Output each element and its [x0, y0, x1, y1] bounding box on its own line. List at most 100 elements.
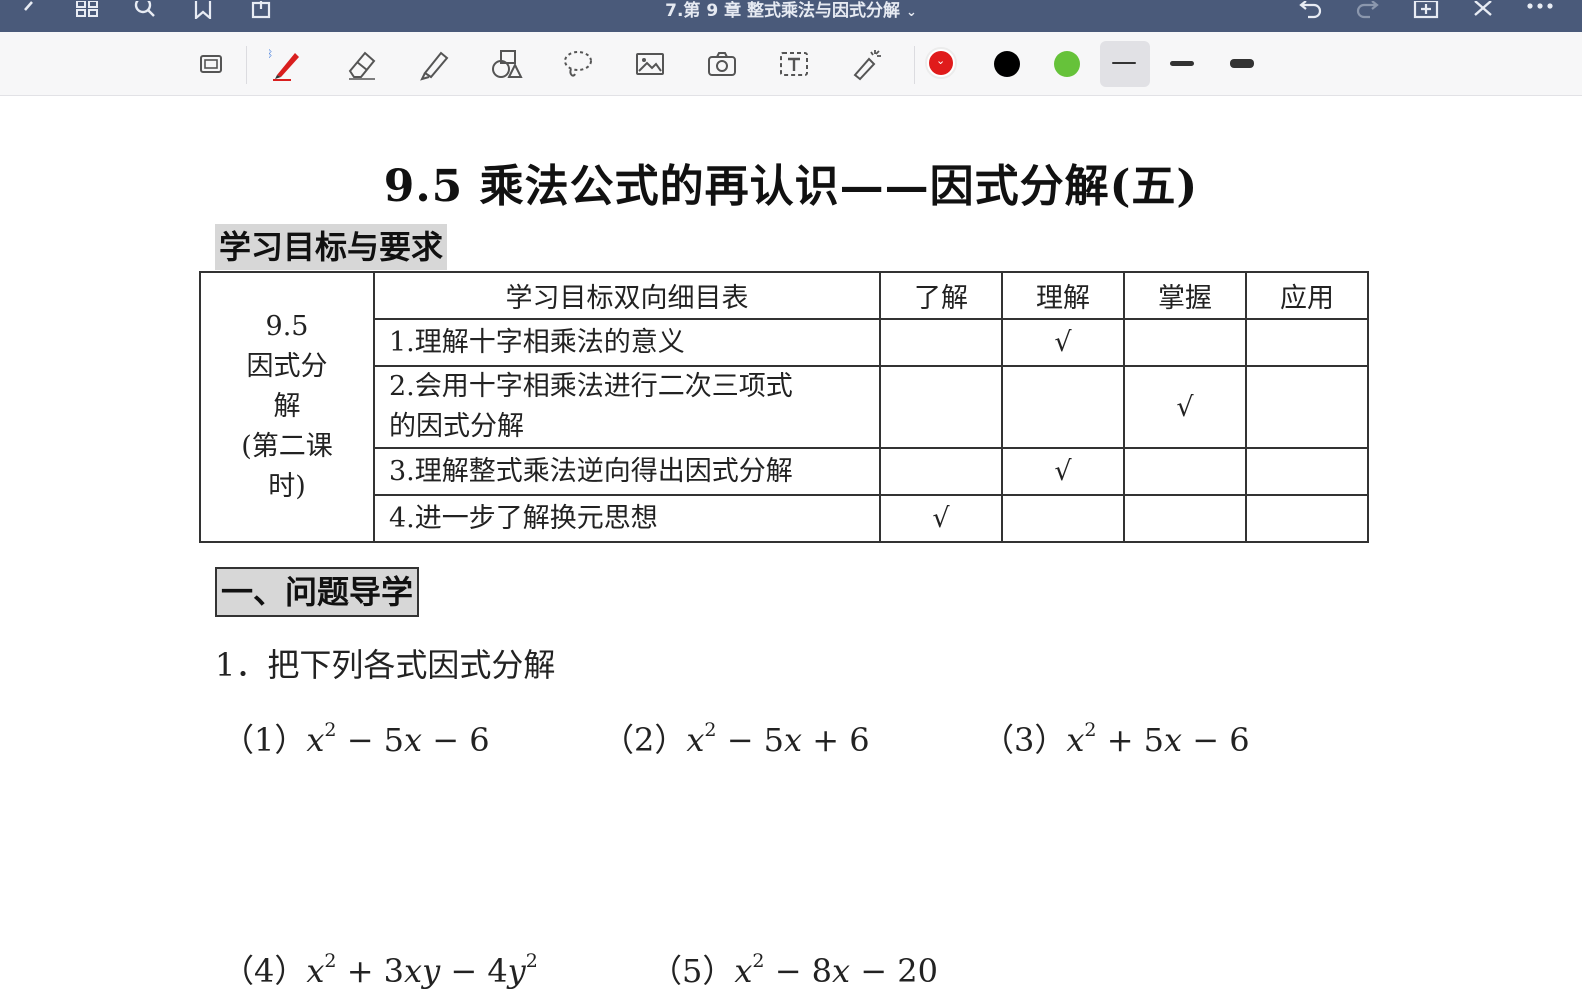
- thin-line-icon: [1112, 62, 1136, 64]
- variable: x: [1164, 721, 1183, 759]
- document-title-bar[interactable]: 7.第 9 章 整式乘法与因式分解 ⌄: [0, 0, 1582, 21]
- table-row: 2.会用十字相乘法进行二次三项式 的因式分解 √: [200, 365, 1369, 449]
- expression-item: （3）x2 + 5x − 6: [982, 715, 1250, 761]
- variable: y: [507, 952, 526, 989]
- term: − 5: [716, 721, 785, 759]
- item-number: （4）: [222, 952, 307, 989]
- stroke-width-medium[interactable]: [1170, 61, 1194, 66]
- item-number: （1）: [222, 721, 307, 759]
- toolbar-divider: [914, 46, 915, 84]
- camera-icon[interactable]: [702, 44, 742, 84]
- document-heading: 9.5 乘法公式的再认识——因式分解(五): [383, 161, 1199, 212]
- exponent: 2: [704, 719, 717, 741]
- check-mark: [1245, 447, 1369, 496]
- pen-tool-icon[interactable]: ᛒ: [266, 44, 306, 84]
- lesson-label-cell: 9.5 因式分 解 (第二课 时): [199, 271, 375, 543]
- highlighter-icon[interactable]: [414, 44, 454, 84]
- check-mark: √: [1001, 318, 1125, 367]
- term: − 4: [440, 952, 508, 989]
- expression-item: （5）x2 − 8x − 20: [650, 946, 938, 989]
- item-number: （2）: [602, 721, 687, 759]
- column-header: 学习目标双向细目表: [373, 271, 881, 320]
- expression-item: （1）x2 − 5x − 6: [222, 715, 490, 761]
- variable: x: [306, 721, 325, 759]
- lesson-label-line: 9.5: [265, 311, 309, 342]
- check-mark: [879, 447, 1003, 496]
- undo-icon[interactable]: [1296, 0, 1324, 20]
- objective-text-line: 的因式分解: [389, 411, 524, 442]
- objective-text: 3.理解整式乘法逆向得出因式分解: [373, 447, 881, 496]
- term: − 20: [850, 952, 938, 989]
- laser-pointer-icon[interactable]: [846, 44, 886, 84]
- color-swatch-black[interactable]: [994, 51, 1020, 77]
- check-mark: √: [1123, 365, 1247, 449]
- term: − 6: [1182, 721, 1250, 759]
- check-mark: √: [879, 494, 1003, 543]
- variable: x: [306, 952, 325, 989]
- term: + 6: [802, 721, 870, 759]
- term: + 3: [336, 952, 405, 989]
- top-nav-bar: 7.第 9 章 整式乘法与因式分解 ⌄: [0, 0, 1582, 32]
- objective-text: 2.会用十字相乘法进行二次三项式 的因式分解: [373, 365, 881, 449]
- variable: x: [686, 721, 705, 759]
- text-box-icon[interactable]: [774, 44, 814, 84]
- objective-text: 1.理解十字相乘法的意义: [373, 318, 881, 367]
- section-heading-objectives: 学习目标与要求: [215, 224, 448, 270]
- objectives-table: 9.5 因式分 解 (第二课 时) 学习目标双向细目表 了解 理解 掌握 应用 …: [199, 271, 1369, 543]
- expression-item: （2）x2 − 5x + 6: [602, 715, 870, 761]
- question-prompt: 1．把下列各式因式分解: [215, 646, 556, 684]
- check-mark: [1123, 447, 1247, 496]
- variable: x: [784, 721, 803, 759]
- check-mark: [1123, 318, 1247, 367]
- objective-text-line: 2.会用十字相乘法进行二次三项式: [389, 371, 793, 402]
- image-icon[interactable]: [630, 44, 670, 84]
- exponent: 2: [324, 719, 337, 741]
- variable: x: [734, 952, 753, 989]
- variable: xy: [404, 952, 441, 989]
- column-header: 了解: [879, 271, 1003, 320]
- column-header: 理解: [1001, 271, 1125, 320]
- variable: x: [404, 721, 423, 759]
- section-heading-guided-questions: 一、问题导学: [215, 567, 420, 617]
- check-mark: [1245, 494, 1369, 543]
- variable: x: [832, 952, 851, 989]
- lesson-label-line: 时): [268, 471, 306, 502]
- eraser-icon[interactable]: [342, 44, 382, 84]
- column-header: 掌握: [1123, 271, 1247, 320]
- expression-item: （4）x2 + 3xy − 4y2: [222, 946, 538, 989]
- lesson-label-line: (第二课: [241, 431, 333, 462]
- check-mark: [1001, 365, 1125, 449]
- exponent: 2: [752, 950, 765, 972]
- check-mark: [1245, 365, 1369, 449]
- svg-text:ᛒ: ᛒ: [269, 49, 273, 60]
- check-mark: [1123, 494, 1247, 543]
- table-row: 4.进一步了解换元思想 √: [200, 494, 1369, 543]
- variable: x: [1066, 721, 1085, 759]
- drawing-toolbar: ᛒ ⌄: [0, 32, 1582, 96]
- check-mark: [1001, 494, 1125, 543]
- close-icon[interactable]: [1470, 0, 1496, 20]
- item-number: （5）: [650, 952, 735, 989]
- check-mark: [879, 318, 1003, 367]
- check-mark: [1245, 318, 1369, 367]
- lesson-label-line: 解: [273, 391, 301, 422]
- color-swatch-green[interactable]: [1054, 51, 1080, 77]
- add-page-icon[interactable]: [1412, 0, 1440, 20]
- lasso-icon[interactable]: [558, 44, 598, 84]
- exponent: 2: [324, 950, 337, 972]
- more-icon[interactable]: [1524, 0, 1556, 20]
- check-mark: [879, 365, 1003, 449]
- stroke-width-thick[interactable]: [1230, 59, 1254, 68]
- term: − 5: [336, 721, 405, 759]
- objective-text: 4.进一步了解换元思想: [373, 494, 881, 543]
- shapes-icon[interactable]: [486, 44, 526, 84]
- stroke-width-thin-selected[interactable]: [1100, 41, 1150, 87]
- term: − 6: [422, 721, 490, 759]
- term: + 5: [1096, 721, 1165, 759]
- lesson-label-line: 因式分: [246, 351, 328, 382]
- item-number: （3）: [982, 721, 1067, 759]
- column-header: 应用: [1245, 271, 1369, 320]
- read-mode-icon[interactable]: [192, 44, 232, 84]
- redo-icon[interactable]: [1354, 0, 1382, 20]
- term: − 8: [764, 952, 833, 989]
